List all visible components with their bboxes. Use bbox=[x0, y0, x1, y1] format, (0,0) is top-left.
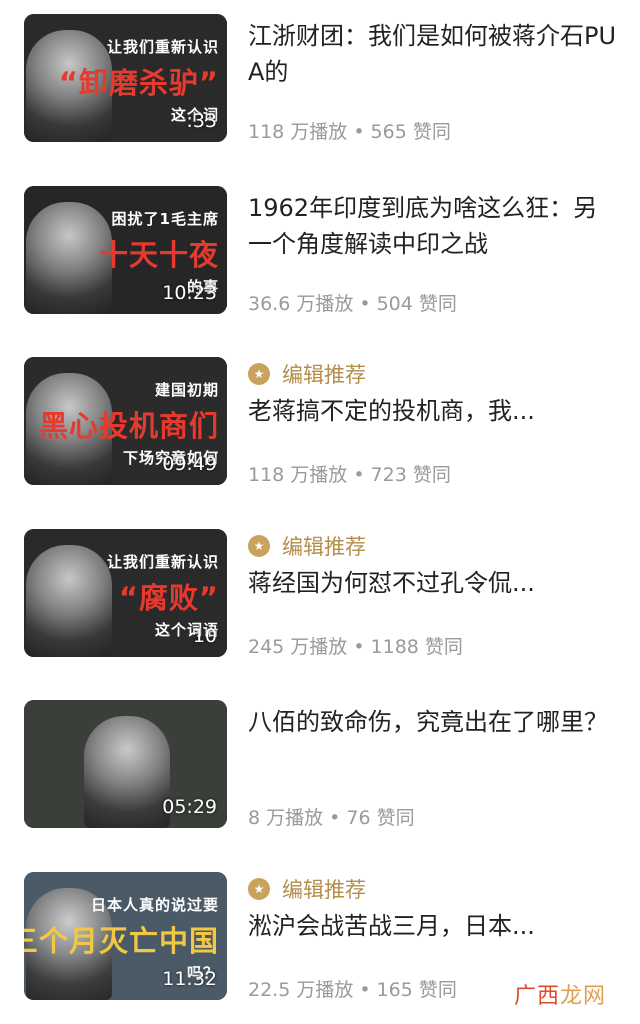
stats-separator: • bbox=[329, 807, 341, 829]
video-stats: 118 万播放 • 723 赞同 bbox=[248, 460, 451, 487]
video-info[interactable]: 1962年印度到底为啥这么狂：另一个角度解读中印之战 36.6 万播放 • 504 … bbox=[248, 186, 618, 316]
video-title[interactable]: 蒋经国为何怼不过孔令侃... bbox=[248, 565, 618, 601]
watermark: 广西龙网 bbox=[514, 978, 606, 1010]
recommend-label: 编辑推荐 bbox=[282, 535, 366, 559]
recommend-label: 编辑推荐 bbox=[282, 363, 366, 387]
video-duration: 10 bbox=[192, 625, 217, 647]
video-duration: 11:32 bbox=[162, 968, 217, 990]
thumbnail-caption-main: 三个月灭亡中国 bbox=[24, 924, 219, 958]
recommend-badge-icon: ★ bbox=[248, 535, 270, 557]
thumbnail-figure bbox=[26, 545, 112, 657]
video-thumbnail[interactable]: 让我们重新认识 “卸磨杀驴” 这个词 :33 bbox=[24, 14, 227, 142]
video-duration: 05:29 bbox=[162, 796, 217, 818]
video-thumbnail[interactable]: 让我们重新认识 “腐败” 这个词语 10 bbox=[24, 529, 227, 657]
video-title[interactable]: 淞沪会战苦战三月，日本... bbox=[248, 908, 618, 944]
recommend-badge-icon: ★ bbox=[248, 363, 270, 385]
video-stats: 245 万播放 • 1188 赞同 bbox=[248, 632, 463, 659]
like-count: 723 赞同 bbox=[370, 464, 451, 486]
thumbnail-caption-top: 让我们重新认识 bbox=[106, 553, 219, 571]
view-count: 118 万播放 bbox=[248, 464, 348, 486]
view-count: 22.5 万播放 bbox=[248, 979, 354, 1001]
video-title[interactable]: 江浙财团：我们是如何被蒋介石PUA的 bbox=[248, 18, 618, 90]
editor-recommend-tag: ★ 编辑推荐 bbox=[248, 531, 618, 561]
recommend-badge-icon: ★ bbox=[248, 878, 270, 900]
like-count: 76 赞同 bbox=[346, 807, 415, 829]
video-info[interactable]: ★ 编辑推荐 蒋经国为何怼不过孔令侃... 245 万播放 • 1188 赞同 bbox=[248, 529, 618, 659]
video-item[interactable]: 让我们重新认识 “腐败” 这个词语 10 ★ 编辑推荐 蒋经国为何怼不过孔令侃.… bbox=[0, 529, 640, 659]
watermark-part1: 广西 bbox=[513, 984, 560, 1009]
video-duration: :33 bbox=[186, 110, 217, 132]
like-count: 565 赞同 bbox=[370, 121, 451, 143]
view-count: 8 万播放 bbox=[248, 807, 324, 829]
video-duration: 10:23 bbox=[162, 282, 217, 304]
like-count: 1188 赞同 bbox=[370, 636, 463, 658]
thumbnail-figure bbox=[84, 716, 170, 828]
view-count: 118 万播放 bbox=[248, 121, 348, 143]
stats-separator: • bbox=[353, 636, 365, 658]
video-thumbnail[interactable]: 建国初期 黑心投机商们 下场究竟如何 09:49 bbox=[24, 357, 227, 485]
thumbnail-caption-main: “腐败” bbox=[118, 581, 219, 615]
thumbnail-caption-top: 建国初期 bbox=[154, 381, 219, 399]
editor-recommend-tag: ★ 编辑推荐 bbox=[248, 359, 618, 389]
video-stats: 22.5 万播放 • 165 赞同 bbox=[248, 975, 457, 1002]
video-item[interactable]: 让我们重新认识 “卸磨杀驴” 这个词 :33 江浙财团：我们是如何被蒋介石PUA… bbox=[0, 14, 640, 144]
video-stats: 36.6 万播放 • 504 赞同 bbox=[248, 289, 457, 316]
like-count: 165 赞同 bbox=[376, 979, 457, 1001]
editor-recommend-tag: ★ 编辑推荐 bbox=[248, 874, 618, 904]
video-stats: 118 万播放 • 565 赞同 bbox=[248, 117, 451, 144]
video-info[interactable]: 江浙财团：我们是如何被蒋介石PUA的 118 万播放 • 565 赞同 bbox=[248, 14, 618, 144]
watermark-part2: 龙网 bbox=[559, 984, 606, 1009]
stats-separator: • bbox=[359, 979, 371, 1001]
video-duration: 09:49 bbox=[162, 453, 217, 475]
video-info[interactable]: ★ 编辑推荐 老蒋搞不定的投机商，我... 118 万播放 • 723 赞同 bbox=[248, 357, 618, 487]
thumbnail-caption-top: 日本人真的说过要 bbox=[90, 896, 219, 914]
video-title[interactable]: 老蒋搞不定的投机商，我... bbox=[248, 393, 618, 429]
recommend-label: 编辑推荐 bbox=[282, 878, 366, 902]
video-info[interactable]: 八佰的致命伤，究竟出在了哪里？ 8 万播放 • 76 赞同 bbox=[248, 700, 618, 830]
video-title[interactable]: 八佰的致命伤，究竟出在了哪里？ bbox=[248, 704, 618, 740]
video-thumbnail[interactable]: 05:29 bbox=[24, 700, 227, 828]
video-item[interactable]: 困扰了1毛主席 十天十夜 的事 10:23 1962年印度到底为啥这么狂：另一个… bbox=[0, 186, 640, 316]
thumbnail-caption-main: 十天十夜 bbox=[98, 238, 219, 272]
thumbnail-caption-top: 困扰了1毛主席 bbox=[111, 210, 219, 228]
stats-separator: • bbox=[359, 293, 371, 315]
thumbnail-caption-top: 让我们重新认识 bbox=[106, 38, 219, 56]
video-stats: 8 万播放 • 76 赞同 bbox=[248, 803, 415, 830]
video-item[interactable]: 05:29 八佰的致命伤，究竟出在了哪里？ 8 万播放 • 76 赞同 bbox=[0, 700, 640, 830]
video-title[interactable]: 1962年印度到底为啥这么狂：另一个角度解读中印之战 bbox=[248, 190, 618, 262]
view-count: 36.6 万播放 bbox=[248, 293, 354, 315]
stats-separator: • bbox=[353, 464, 365, 486]
stats-separator: • bbox=[353, 121, 365, 143]
thumbnail-caption-main: 黑心投机商们 bbox=[38, 409, 219, 443]
like-count: 504 赞同 bbox=[376, 293, 457, 315]
video-thumbnail[interactable]: 困扰了1毛主席 十天十夜 的事 10:23 bbox=[24, 186, 227, 314]
view-count: 245 万播放 bbox=[248, 636, 348, 658]
video-item[interactable]: 建国初期 黑心投机商们 下场究竟如何 09:49 ★ 编辑推荐 老蒋搞不定的投机… bbox=[0, 357, 640, 487]
video-thumbnail[interactable]: 日本人真的说过要 三个月灭亡中国 吗？ 11:32 bbox=[24, 872, 227, 1000]
thumbnail-caption-main: “卸磨杀驴” bbox=[58, 66, 219, 100]
